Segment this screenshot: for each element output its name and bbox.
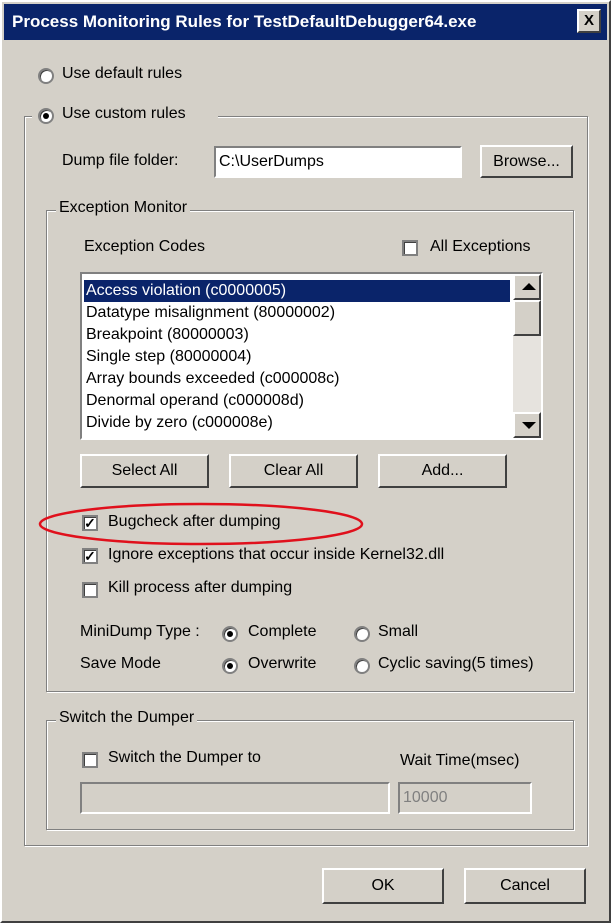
save-overwrite-label: Overwrite — [248, 655, 317, 672]
kill-process-checkbox[interactable] — [82, 582, 98, 598]
title-bar[interactable]: Process Monitoring Rules for TestDefault… — [4, 4, 607, 40]
list-item[interactable]: Denormal operand (c000008d) — [86, 390, 304, 412]
list-item[interactable]: Datatype misalignment (80000002) — [86, 302, 335, 324]
custom-rules-label: Use custom rules — [62, 105, 186, 122]
scroll-up-button[interactable] — [513, 274, 541, 300]
wait-time-input[interactable]: 10000 — [398, 782, 532, 814]
save-mode-label: Save Mode — [80, 655, 161, 672]
minidump-type-label: MiniDump Type : — [80, 623, 200, 640]
close-button[interactable]: X — [577, 9, 601, 33]
window-title: Process Monitoring Rules for TestDefault… — [12, 12, 477, 31]
dumper-path-input[interactable] — [80, 782, 390, 814]
minidump-complete-label: Complete — [248, 623, 317, 640]
list-item[interactable]: Single step (80000004) — [86, 346, 251, 368]
exception-codes-label: Exception Codes — [84, 238, 205, 255]
arrow-up-icon — [522, 283, 536, 290]
select-all-button[interactable]: Select All — [80, 454, 209, 488]
browse-button[interactable]: Browse... — [480, 145, 573, 178]
switch-dumper-label: Switch the Dumper to — [108, 749, 261, 766]
dump-folder-label: Dump file folder: — [62, 152, 179, 169]
cancel-button[interactable]: Cancel — [464, 868, 586, 904]
list-item[interactable]: Divide by zero (c000008e) — [86, 412, 273, 434]
switch-dumper-checkbox[interactable] — [82, 752, 98, 768]
list-item[interactable]: Array bounds exceeded (c000008c) — [86, 368, 340, 390]
list-scrollbar[interactable] — [513, 274, 541, 438]
scroll-down-button[interactable] — [513, 412, 541, 438]
list-item[interactable]: Access violation (c0000005) — [84, 280, 510, 302]
switch-dumper-title: Switch the Dumper — [56, 709, 198, 727]
ok-button[interactable]: OK — [322, 868, 444, 904]
clear-all-button[interactable]: Clear All — [229, 454, 358, 488]
all-exceptions-checkbox[interactable] — [402, 240, 418, 256]
custom-rules-radio[interactable] — [38, 108, 54, 124]
dump-folder-input[interactable]: C:\UserDumps — [214, 146, 462, 178]
all-exceptions-label: All Exceptions — [430, 238, 531, 255]
list-item[interactable]: Breakpoint (80000003) — [86, 324, 249, 346]
default-rules-label: Use default rules — [62, 65, 183, 82]
default-rules-radio[interactable] — [38, 68, 54, 84]
exception-codes-list[interactable]: Access violation (c0000005) Datatype mis… — [80, 272, 543, 440]
minidump-small-radio[interactable] — [354, 626, 370, 642]
save-cyclic-radio[interactable] — [354, 658, 370, 674]
minidump-complete-radio[interactable] — [222, 626, 238, 642]
add-button[interactable]: Add... — [378, 454, 507, 488]
save-cyclic-label: Cyclic saving(5 times) — [378, 655, 534, 672]
ignore-kernel32-checkbox[interactable]: ✓ — [82, 548, 98, 564]
scroll-thumb[interactable] — [513, 300, 541, 336]
ignore-kernel32-label: Ignore exceptions that occur inside Kern… — [108, 546, 445, 563]
highlight-ellipse — [38, 502, 364, 546]
arrow-down-icon — [522, 422, 536, 429]
dialog-window: Process Monitoring Rules for TestDefault… — [0, 0, 611, 923]
wait-time-label: Wait Time(msec) — [400, 752, 520, 769]
save-overwrite-radio[interactable] — [222, 658, 238, 674]
kill-process-label: Kill process after dumping — [108, 579, 293, 596]
exception-monitor-title: Exception Monitor — [56, 199, 191, 217]
minidump-small-label: Small — [378, 623, 419, 640]
